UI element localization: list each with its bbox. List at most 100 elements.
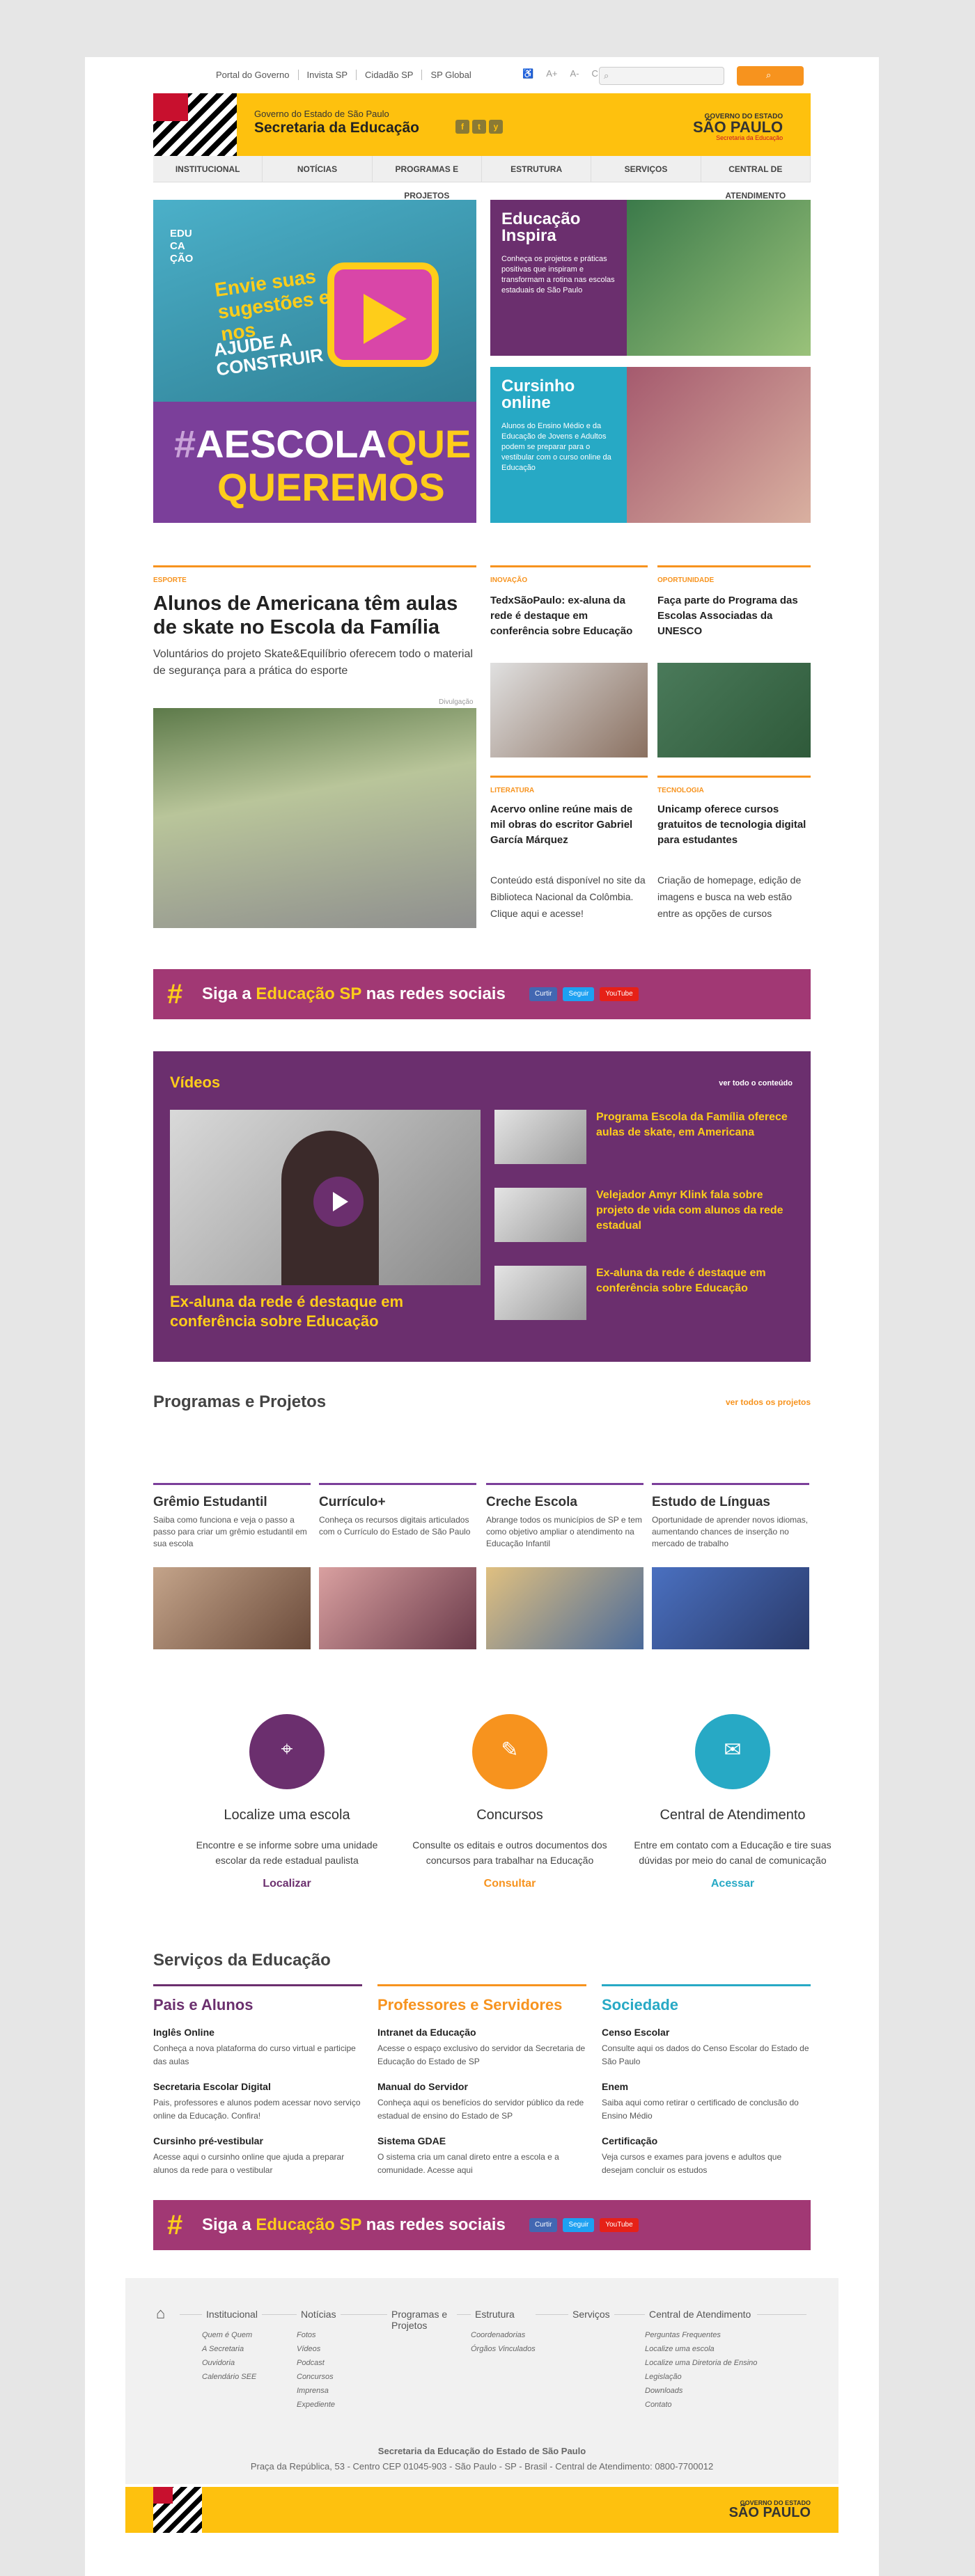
footer-link[interactable]: Expediente <box>297 2398 341 2412</box>
service-item[interactable]: Cursinho pré-vestibular Acesse aqui o cur… <box>153 2135 362 2177</box>
social-buttons: Curtir Seguir YouTube <box>529 987 639 1001</box>
service-item[interactable]: Intranet da Educação Acesse o espaço excl… <box>377 2027 586 2068</box>
footer-heading[interactable]: Central de Atendimento <box>645 2309 758 2320</box>
footer-link[interactable]: Downloads <box>645 2384 757 2398</box>
card-cursinho-online[interactable]: Cursinho online Alunos do Ensino Médio e… <box>490 367 811 523</box>
footer-link[interactable]: Órgãos Vinculados <box>471 2342 536 2356</box>
footer-link[interactable]: Quem é Quem <box>202 2328 262 2342</box>
news-image[interactable] <box>490 663 648 757</box>
site-title[interactable]: Secretaria da Educação <box>254 120 419 136</box>
card-text: Cursinho online Alunos do Ensino Médio e… <box>490 367 627 523</box>
nav-item-servicos[interactable]: SERVIÇOS <box>591 156 701 182</box>
youtube-icon[interactable]: y <box>489 120 503 134</box>
program-card[interactable]: Estudo de Línguas Oportunidade de aprend… <box>652 1483 809 1649</box>
videos-section: Vídeos ver todo o conteúdo Ex-aluna da r… <box>153 1051 811 1362</box>
service-item[interactable]: Enem Saiba aqui como retirar o certificad… <box>602 2081 811 2123</box>
footer-heading[interactable]: Programas e Projetos <box>387 2309 457 2331</box>
program-image <box>153 1567 311 1649</box>
program-title: Grêmio Estudantil <box>153 1495 267 1509</box>
play-icon[interactable] <box>313 1177 364 1227</box>
nav-item-central[interactable]: CENTRAL DE ATENDIMENTO <box>701 156 811 201</box>
acessar-link[interactable]: Acessar <box>628 1878 837 1890</box>
edit-icon[interactable]: ✎ <box>472 1714 547 1789</box>
programs-see-all-link[interactable]: ver todos os projetos <box>726 1397 811 1407</box>
map-pin-icon[interactable]: ⌖ <box>249 1714 325 1789</box>
service-item[interactable]: Censo Escolar Consulte aqui os dados do C… <box>602 2027 811 2068</box>
footer-link[interactable]: Localize uma escola <box>645 2342 757 2356</box>
news-image[interactable] <box>657 663 811 757</box>
service-item[interactable]: Certificação Veja cursos e exames para jo… <box>602 2135 811 2177</box>
footer-link[interactable]: Podcast <box>297 2356 341 2370</box>
footer-link[interactable]: Concursos <box>297 2370 341 2384</box>
top-link[interactable]: Portal do Governo <box>208 70 298 80</box>
footer-link[interactable]: A Secretaria <box>202 2342 262 2356</box>
news-title[interactable]: Unicamp oferece cursos gratuitos de tecn… <box>657 802 811 848</box>
localizar-link[interactable]: Localizar <box>182 1878 391 1890</box>
search-input[interactable]: ⌕ <box>599 67 724 85</box>
nav-item-noticias[interactable]: NOTÍCIAS <box>263 156 373 182</box>
news-title[interactable]: Acervo online reúne mais de mil obras do… <box>490 802 648 848</box>
governo-sp-logo[interactable]: GOVERNO DO ESTADO SÃO PAULO Secretaria d… <box>693 113 783 141</box>
consultar-link[interactable]: Consultar <box>405 1878 614 1890</box>
footer-link[interactable]: Contato <box>645 2398 757 2412</box>
video-list-item[interactable]: Velejador Amyr Klink fala sobre projeto … <box>494 1188 801 1243</box>
font-decrease-button[interactable]: A- <box>570 68 579 79</box>
facebook-icon[interactable]: f <box>455 120 469 134</box>
footer-link[interactable]: Localize uma Diretoria de Ensino <box>645 2356 757 2370</box>
home-icon[interactable]: ⌂ <box>156 2304 165 2323</box>
search-button[interactable]: ⌕ <box>737 66 804 86</box>
facebook-like-button[interactable]: Curtir <box>529 987 558 1001</box>
nav-item-estrutura[interactable]: ESTRUTURA <box>482 156 592 182</box>
chat-icon[interactable]: ✉ <box>695 1714 770 1789</box>
footer-heading[interactable]: Estrutura <box>471 2309 536 2320</box>
sp-flag-logo[interactable] <box>153 93 237 156</box>
twitter-icon[interactable]: t <box>472 120 486 134</box>
accessibility-icon[interactable]: ♿ <box>522 68 533 79</box>
main-video-caption[interactable]: Ex-aluna da rede é destaque em conferênc… <box>170 1292 481 1331</box>
top-link[interactable]: SP Global <box>421 70 479 80</box>
footer-heading[interactable]: Institucional <box>202 2309 262 2320</box>
footer-link[interactable]: Perguntas Frequentes <box>645 2328 757 2342</box>
youtube-button[interactable]: YouTube <box>600 2218 639 2232</box>
footer-sp-logo[interactable]: GOVERNO DO ESTADO SÃO PAULO <box>729 2499 811 2520</box>
program-card[interactable]: Grêmio Estudantil Saiba como funciona e … <box>153 1483 311 1649</box>
top-link[interactable]: Invista SP <box>297 70 357 80</box>
video-list-item[interactable]: Programa Escola da Família oferece aulas… <box>494 1110 801 1165</box>
youtube-button[interactable]: YouTube <box>600 987 639 1001</box>
news-tag: ESPORTE <box>153 576 187 584</box>
font-increase-button[interactable]: A+ <box>546 68 557 79</box>
top-link[interactable]: Cidadão SP <box>356 70 421 80</box>
main-news-title[interactable]: Alunos de Americana têm aulas de skate n… <box>153 592 476 639</box>
service-item[interactable]: Inglês Online Conheça a nova plataforma d… <box>153 2027 362 2068</box>
hero-banner[interactable]: EDU CA ÇÃO Envie suas sugestões e nos AJ… <box>153 200 476 523</box>
news-title[interactable]: Faça parte do Programa das Escolas Assoc… <box>657 593 811 639</box>
footer-link[interactable]: Legislação <box>645 2370 757 2384</box>
services-column-heading: Pais e Alunos <box>153 1996 254 2013</box>
footer-link[interactable]: Ouvidoria <box>202 2356 262 2370</box>
program-card[interactable]: Creche Escola Abrange todos os município… <box>486 1483 644 1649</box>
main-news-image[interactable] <box>153 708 476 928</box>
contrast-button[interactable]: C <box>591 68 598 79</box>
service-item[interactable]: Secretaria Escolar Digital Pais, professo… <box>153 2081 362 2123</box>
card-educacao-inspira[interactable]: Educação Inspira Conheça os projetos e p… <box>490 200 811 356</box>
video-list-item[interactable]: Ex-aluna da rede é destaque em conferênc… <box>494 1266 801 1321</box>
program-card[interactable]: Currículo+ Conheça os recursos digitais … <box>319 1483 476 1649</box>
footer-link[interactable]: Calendário SEE <box>202 2370 262 2384</box>
footer-heading[interactable]: Serviços <box>568 2309 614 2320</box>
footer-link[interactable]: Imprensa <box>297 2384 341 2398</box>
nav-item-institucional[interactable]: INSTITUCIONAL <box>153 156 263 182</box>
twitter-follow-button[interactable]: Seguir <box>563 987 595 1001</box>
news-title[interactable]: TedxSãoPaulo: ex-aluna da rede é destaqu… <box>490 593 648 639</box>
footer-link[interactable]: Fotos <box>297 2328 341 2342</box>
services-title: Serviços da Educação <box>153 1951 331 1970</box>
service-item[interactable]: Sistema GDAE O sistema cria um canal dire… <box>377 2135 586 2177</box>
service-item[interactable]: Manual do Servidor Conheça aqui os benefí… <box>377 2081 586 2123</box>
twitter-follow-button[interactable]: Seguir <box>563 2218 595 2232</box>
facebook-like-button[interactable]: Curtir <box>529 2218 558 2232</box>
footer-heading[interactable]: Notícias <box>297 2309 341 2320</box>
footer-link[interactable]: Vídeos <box>297 2342 341 2356</box>
videos-see-all-link[interactable]: ver todo o conteúdo <box>719 1079 793 1087</box>
footer-link[interactable]: Coordenadorias <box>471 2328 536 2342</box>
main-video-player[interactable] <box>170 1110 481 1285</box>
nav-item-programas[interactable]: PROGRAMAS E PROJETOS <box>373 156 482 201</box>
